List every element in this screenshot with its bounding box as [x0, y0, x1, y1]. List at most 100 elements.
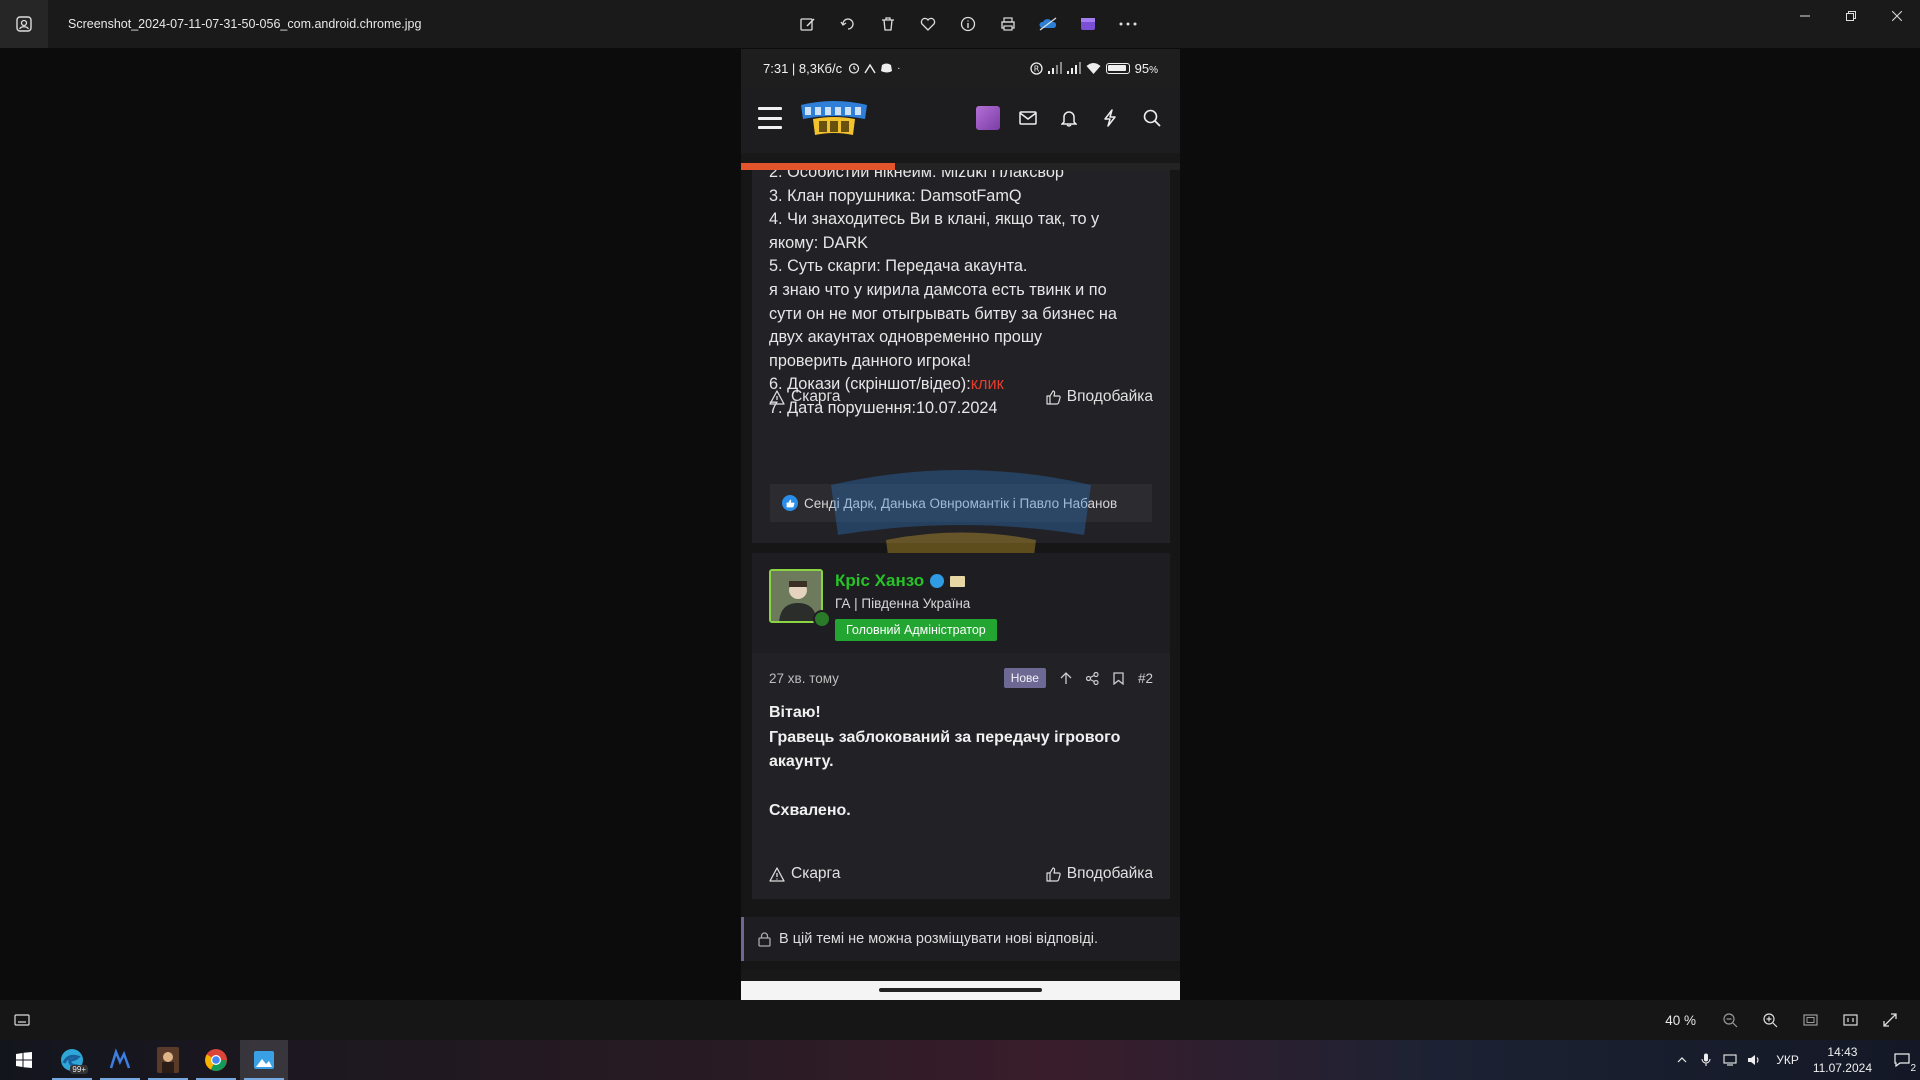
delete-icon[interactable] [868, 0, 908, 48]
signal-1-icon [1047, 62, 1062, 74]
taskbar-edge[interactable]: 99+ [48, 1040, 96, 1080]
thread-locked-notice: В цій темі не можна розміщувати нові від… [741, 917, 1180, 961]
restore-icon[interactable] [1828, 0, 1874, 32]
rotate-icon[interactable] [828, 0, 868, 48]
zoom-level[interactable]: 40 % [1665, 1013, 1696, 1028]
post-line: 4. Чи знаходитесь Ви в клані, якщо так, … [769, 210, 1100, 229]
volume-icon[interactable] [1742, 1040, 1766, 1080]
chrome-icon [205, 1049, 227, 1071]
search-icon[interactable] [1141, 107, 1163, 129]
wifi-icon [1086, 63, 1101, 74]
app-blue-icon [109, 1048, 131, 1069]
post-2-meta: 27 хв. тому Нове #2 [769, 667, 1153, 689]
reactions-summary[interactable]: Сенді Дарк, Данька Овнромантік і Павло Н… [770, 484, 1152, 522]
viewer-bottom-bar: 40 % [0, 1000, 1920, 1040]
zoom-out-icon[interactable] [1710, 1000, 1750, 1040]
discord-icon [881, 63, 893, 73]
minimize-icon[interactable] [1782, 0, 1828, 32]
fullscreen-icon[interactable] [1870, 1000, 1910, 1040]
home-indicator[interactable] [879, 988, 1042, 992]
file-name: Screenshot_2024-07-11-07-31-50-056_com.a… [68, 17, 422, 31]
status-time: 7:31 | 8,3Кб/с [763, 60, 843, 76]
author-role-badge: Головний Адміністратор [835, 619, 997, 641]
author-name[interactable]: Кріс Ханзо [835, 571, 966, 591]
microphone-icon[interactable] [1694, 1040, 1718, 1080]
ukraine-gta-logo[interactable] [799, 99, 869, 139]
user-avatar[interactable] [976, 106, 1000, 130]
post-2-author-header: Кріс Ханзо ГА | Південна Україна Головни… [752, 553, 1170, 653]
filmstrip-icon[interactable] [12, 1010, 32, 1030]
report-button[interactable]: Скарга [769, 388, 841, 406]
taskbar-app-2[interactable] [96, 1040, 144, 1080]
post-line: сути он не мог отыгрывать битву за бизне… [769, 304, 1117, 323]
input-language[interactable]: УКР [1776, 1053, 1799, 1067]
forum-navbar [741, 87, 1180, 153]
print-icon[interactable] [988, 0, 1028, 48]
page-progress-fill [741, 163, 895, 170]
android-gesture-bar [741, 981, 1180, 1001]
clock-date: 11.07.2024 [1812, 1061, 1872, 1075]
android-status-bar: 7:31 | 8,3Кб/с · R 95% [741, 49, 1180, 87]
report-label: Скарга [791, 388, 841, 405]
likes-text: Сенді Дарк, Данька Овнромантік і Павло Н… [804, 495, 1118, 511]
notification-icon [1894, 1053, 1910, 1067]
zoom-in-icon[interactable] [1750, 1000, 1790, 1040]
post-number[interactable]: #2 [1138, 671, 1153, 686]
post-2-body: Вітаю! Гравець заблокований за передачу … [769, 701, 1159, 823]
post-2: Кріс Ханзо ГА | Південна Україна Головни… [752, 553, 1170, 899]
post-time[interactable]: 27 хв. тому [769, 671, 839, 686]
taskbar-chrome[interactable] [192, 1040, 240, 1080]
battery-icon [1105, 62, 1130, 74]
like-button[interactable]: Вподобайка [1046, 865, 1153, 883]
bookmark-icon[interactable] [1113, 671, 1124, 685]
phone-screenshot: 7:31 | 8,3Кб/с · R 95% 2. Особистий нікн… [741, 49, 1180, 1001]
arrow-up-icon[interactable] [1060, 671, 1072, 685]
post-line: 3. Клан порушника: DamsotFamQ [769, 186, 1022, 205]
post-line: 2. Особистий нікнейм: Mizuki Плаксвор [769, 170, 1064, 181]
edge-badge: 99+ [70, 1065, 88, 1074]
notification-count: 2 [1910, 1063, 1916, 1074]
share-icon[interactable] [1085, 671, 1099, 685]
bell-icon[interactable] [1058, 107, 1080, 129]
lock-icon [758, 931, 771, 947]
info-icon[interactable] [948, 0, 988, 48]
clipchamp-icon[interactable] [1068, 0, 1108, 48]
clock[interactable]: 14:43 11.07.2024 [1813, 1044, 1872, 1076]
post-line: я знаю что у кирила дамсота есть твинк и… [769, 280, 1107, 299]
notification-center-button[interactable]: 2 [1884, 1040, 1920, 1080]
favorite-icon[interactable] [908, 0, 948, 48]
network-icon[interactable] [1718, 1040, 1742, 1080]
post-line: Гравець заблокований за передачу ігровог… [769, 728, 1121, 746]
more-icon[interactable] [1108, 0, 1148, 48]
battery-level [1107, 64, 1126, 71]
taskbar-photos[interactable] [240, 1040, 288, 1080]
menu-icon[interactable] [758, 107, 782, 129]
like-button[interactable]: Вподобайка [1046, 388, 1153, 406]
edit-icon[interactable] [788, 0, 828, 48]
warning-icon [769, 389, 785, 405]
taskbar-app-3[interactable] [144, 1040, 192, 1080]
onedrive-icon[interactable] [1028, 0, 1068, 48]
post-line: якому: DARK [769, 233, 868, 252]
locked-text: В цій темі не можна розміщувати нові від… [779, 931, 1099, 947]
battery-value: 95 [1134, 60, 1150, 76]
lightning-icon[interactable] [1099, 107, 1121, 129]
post-1-body: 2. Особистий нікнейм: Mizuki Плаксвор 3.… [769, 170, 1159, 421]
signal-2-icon [1066, 62, 1081, 74]
report-button[interactable]: Скарга [769, 865, 841, 883]
page-progress-bar [741, 163, 1180, 170]
windows-logo-icon [16, 1052, 32, 1068]
close-icon[interactable] [1874, 0, 1920, 32]
mail-icon[interactable] [1017, 107, 1039, 129]
like-label: Вподобайка [1066, 388, 1153, 405]
svg-text:R: R [1033, 64, 1039, 73]
photos-app-icon[interactable] [0, 0, 48, 48]
fit-to-window-icon[interactable] [1790, 1000, 1830, 1040]
start-button[interactable] [0, 1040, 48, 1080]
post-line: Схвалено. [769, 801, 851, 819]
chevron-up-icon[interactable] [1670, 1040, 1694, 1080]
like-label: Вподобайка [1066, 865, 1153, 882]
actual-size-icon[interactable] [1830, 1000, 1870, 1040]
message-icon[interactable] [950, 575, 966, 587]
dot-icon: · [897, 62, 901, 74]
